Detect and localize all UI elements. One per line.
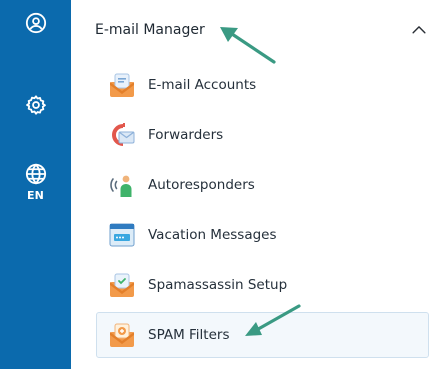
menu-item-email-accounts[interactable]: E-mail Accounts xyxy=(96,62,429,108)
menu-item-label: Vacation Messages xyxy=(148,227,277,243)
language-label: EN xyxy=(26,189,45,202)
menu-item-spamassassin-setup[interactable]: Spamassassin Setup xyxy=(96,262,429,308)
spam-filters-icon xyxy=(110,323,134,347)
forwarders-icon xyxy=(112,123,135,146)
menu-item-autoresponders[interactable]: Autoresponders xyxy=(96,162,429,208)
globe-icon xyxy=(25,163,46,185)
menu-item-label: Autoresponders xyxy=(148,177,255,193)
vacation-messages-icon xyxy=(109,223,135,247)
chevron-up-icon[interactable] xyxy=(410,21,428,39)
spamassassin-icon xyxy=(110,273,134,297)
menu-item-forwarders[interactable]: Forwarders xyxy=(96,112,429,158)
menu-item-spam-filters[interactable]: SPAM Filters xyxy=(96,312,429,358)
email-accounts-icon xyxy=(110,73,134,97)
gear-icon xyxy=(25,95,46,115)
settings-button[interactable] xyxy=(0,94,71,116)
menu-item-vacation-messages[interactable]: Vacation Messages xyxy=(96,212,429,258)
user-circle-icon xyxy=(25,12,46,34)
menu-item-label: Spamassassin Setup xyxy=(148,277,288,293)
left-rail: EN xyxy=(0,0,71,369)
email-manager-panel: E-mail Manager E-mail Accounts Forwarder… xyxy=(71,0,440,369)
menu-item-label: E-mail Accounts xyxy=(148,77,257,93)
menu-item-label: Forwarders xyxy=(148,127,224,143)
menu-item-label: SPAM Filters xyxy=(148,327,230,343)
section-title: E-mail Manager xyxy=(95,22,205,38)
autoresponders-icon xyxy=(110,175,132,197)
email-manager-header[interactable]: E-mail Manager xyxy=(85,8,430,52)
user-profile-button[interactable] xyxy=(0,12,71,34)
language-button[interactable]: EN xyxy=(0,163,71,202)
